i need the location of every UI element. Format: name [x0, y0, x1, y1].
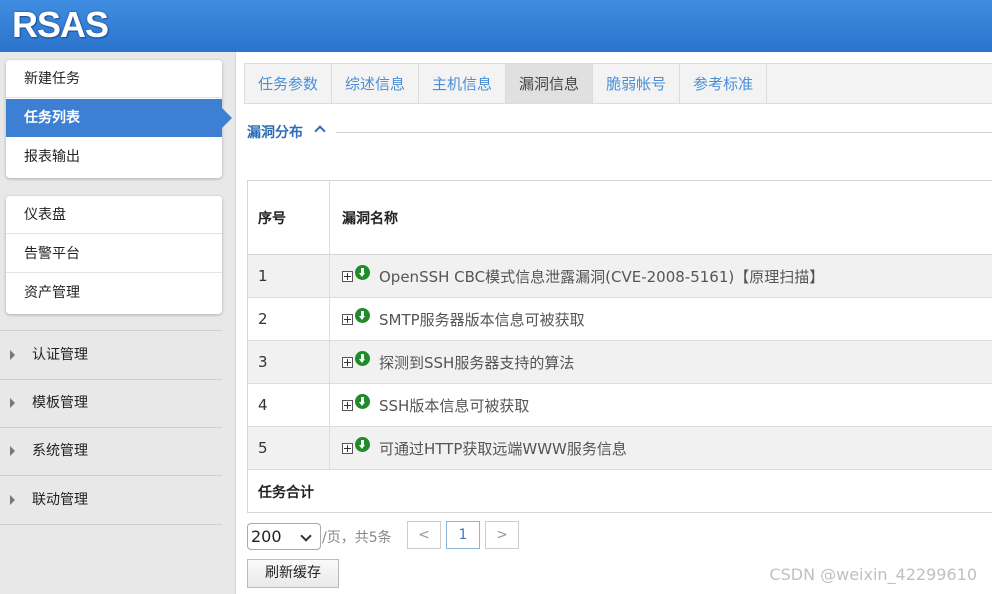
vuln-name: SMTP服务器版本信息可被获取: [379, 310, 585, 329]
expand-plus-icon[interactable]: [342, 399, 353, 411]
tab-weak-accounts[interactable]: 脆弱帐号: [593, 64, 681, 103]
row-name-cell: 可通过HTTP获取远端WWW服务信息: [331, 427, 992, 469]
table-header: 序号 漏洞名称: [248, 181, 992, 255]
sidebar-item-alert-platform[interactable]: 告警平台: [6, 235, 222, 273]
expand-arrow-icon: [10, 446, 15, 456]
expand-plus-icon[interactable]: [342, 270, 353, 282]
sidebar-group-auth[interactable]: 认证管理: [0, 330, 222, 380]
vuln-name: OpenSSH CBC模式信息泄露漏洞(CVE-2008-5161)【原理扫描】: [379, 267, 825, 286]
row-no: 4: [248, 384, 330, 426]
expand-arrow-icon: [10, 495, 15, 505]
next-page-button[interactable]: >: [485, 521, 519, 549]
app-logo: RSAS: [12, 4, 109, 45]
expand-plus-icon[interactable]: [342, 442, 353, 454]
vuln-name: 可通过HTTP获取远端WWW服务信息: [379, 439, 627, 458]
row-name-cell: OpenSSH CBC模式信息泄露漏洞(CVE-2008-5161)【原理扫描】: [331, 255, 992, 297]
watermark: CSDN @weixin_42299610: [769, 565, 977, 584]
collapse-caret-icon[interactable]: [314, 125, 326, 137]
table-row[interactable]: 4 SSH版本信息可被获取: [248, 384, 992, 427]
sidebar-group-label: 认证管理: [32, 347, 88, 363]
vuln-name: 探测到SSH服务器支持的算法: [379, 353, 575, 372]
download-arrow-icon: [355, 264, 370, 280]
section-title: 漏洞分布: [247, 125, 303, 141]
download-arrow-icon: [355, 436, 370, 452]
tab-task-params[interactable]: 任务参数: [245, 64, 333, 103]
table-row[interactable]: 3 探测到SSH服务器支持的算法: [248, 341, 992, 384]
sidebar-item-new-task[interactable]: 新建任务: [6, 60, 222, 98]
header-no: 序号: [248, 181, 330, 254]
row-no: 2: [248, 298, 330, 340]
sidebar-item-dashboard[interactable]: 仪表盘: [6, 196, 222, 234]
sidebar-item-asset-management[interactable]: 资产管理: [6, 274, 222, 312]
expand-arrow-icon: [10, 350, 15, 360]
download-arrow-icon: [355, 307, 370, 323]
expand-arrow-icon: [10, 398, 15, 408]
table-row[interactable]: 5 可通过HTTP获取远端WWW服务信息: [248, 427, 992, 470]
page-size-select[interactable]: 200: [247, 523, 321, 550]
tab-summary[interactable]: 综述信息: [332, 64, 420, 103]
tab-reference-standards[interactable]: 参考标准: [680, 64, 768, 103]
sidebar-group-system[interactable]: 系统管理: [0, 427, 222, 476]
prev-page-button[interactable]: <: [407, 521, 441, 549]
section-divider: [336, 132, 992, 133]
row-name-cell: SSH版本信息可被获取: [331, 384, 992, 426]
sidebar-group-label: 系统管理: [32, 443, 88, 459]
current-page-button[interactable]: 1: [446, 521, 480, 549]
vuln-table: 序号 漏洞名称 1 OpenSSH CBC模式信息泄露漏洞(CVE-2008-5…: [247, 180, 992, 513]
expand-plus-icon[interactable]: [342, 356, 353, 368]
task-menu: 新建任务 任务列表 报表输出: [6, 60, 232, 178]
refresh-cache-button[interactable]: 刷新缓存: [247, 559, 339, 588]
sidebar-group-label: 联动管理: [32, 492, 88, 508]
download-arrow-icon: [355, 350, 370, 366]
table-row[interactable]: 2 SMTP服务器版本信息可被获取: [248, 298, 992, 341]
sidebar: 新建任务 任务列表 报表输出 仪表盘 告警平台 资产管理 认证管理 模板管理 系…: [0, 52, 236, 594]
tab-vuln-info[interactable]: 漏洞信息: [506, 64, 594, 103]
vuln-name: SSH版本信息可被获取: [379, 396, 530, 415]
sidebar-group-linkage[interactable]: 联动管理: [0, 476, 222, 525]
task-total-label: 任务合计: [258, 485, 314, 501]
row-no: 5: [248, 427, 330, 469]
sidebar-item-task-list[interactable]: 任务列表: [6, 99, 232, 137]
header-name: 漏洞名称: [342, 210, 398, 227]
row-name-cell: SMTP服务器版本信息可被获取: [331, 298, 992, 340]
table-row[interactable]: 1 OpenSSH CBC模式信息泄露漏洞(CVE-2008-5161)【原理扫…: [248, 255, 992, 298]
row-name-cell: 探测到SSH服务器支持的算法: [331, 341, 992, 383]
sidebar-group-label: 模板管理: [32, 395, 88, 411]
sidebar-group-template[interactable]: 模板管理: [0, 379, 222, 428]
chevron-down-icon: [300, 530, 312, 542]
monitor-menu: 仪表盘 告警平台 资产管理: [6, 196, 222, 314]
download-arrow-icon: [355, 393, 370, 409]
app-header: RSAS: [0, 0, 992, 52]
row-no: 1: [248, 255, 330, 297]
tab-bar: 任务参数 综述信息 主机信息 漏洞信息 脆弱帐号 参考标准: [244, 63, 992, 104]
pagination-summary: /页，共5条: [322, 530, 392, 546]
row-no: 3: [248, 341, 330, 383]
expand-plus-icon[interactable]: [342, 313, 353, 325]
page-size-value: 200: [251, 527, 282, 546]
sidebar-item-report-output[interactable]: 报表输出: [6, 138, 222, 176]
table-footer: 任务合计: [248, 470, 992, 513]
tab-host-info[interactable]: 主机信息: [419, 64, 507, 103]
